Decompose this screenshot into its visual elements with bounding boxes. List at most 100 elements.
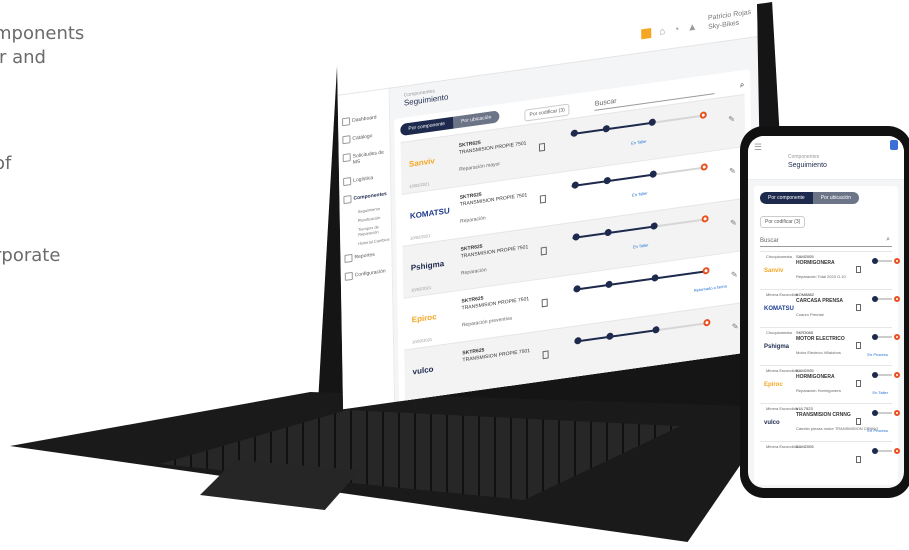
tab-por-componente[interactable]: Por componente — [400, 116, 454, 137]
edit-icon[interactable]: ✎ — [732, 322, 739, 332]
step-dot — [872, 296, 878, 302]
step-dot — [570, 129, 578, 138]
step-dot-current — [699, 111, 707, 120]
document-icon[interactable] — [856, 304, 861, 311]
status-label: En Taller — [632, 242, 649, 250]
flag-icon[interactable] — [641, 27, 652, 40]
document-icon[interactable] — [539, 194, 546, 204]
list-item[interactable]: Chuquicamata Sanviv SAM2005 HORMIGONERA Repa… — [760, 251, 900, 289]
item-name: TRANSMISION CRNNG — [796, 412, 851, 418]
item-code: SAM2005 — [796, 254, 814, 259]
brand-logo: KOMATSU — [764, 306, 794, 312]
item-location: Minera Escondida — [766, 406, 799, 411]
document-icon[interactable] — [538, 142, 546, 152]
item-description: Motor Eléctrico Villalobos — [796, 350, 841, 355]
item-code: SAM2005 — [796, 368, 814, 373]
scene: mponents ir and of rporate ⌂ ◔ ▲ Patrici… — [0, 0, 909, 550]
row-text: SKTR625 TRANSMISION PROPIE 7501 Reparación… — [459, 133, 527, 173]
tab-por-ubicacion[interactable]: Por ubicación — [452, 110, 500, 129]
step-dot-current — [894, 296, 900, 302]
laptop-screen: ⌂ ◔ ▲ Patricio Rojas Sky-Bikes ersemcore… — [337, 1, 764, 410]
brand-logo: Pshigma — [764, 344, 790, 350]
progress-track — [571, 163, 708, 190]
document-icon[interactable] — [856, 342, 861, 349]
step-dot — [648, 118, 656, 127]
phone-screen: ☰ Componentes Seguimiento Por componente… — [748, 136, 904, 488]
progress-track — [570, 111, 707, 138]
step-dot-current — [894, 410, 900, 416]
step-dot — [872, 410, 878, 416]
status-label: Retornado a faena — [693, 283, 728, 293]
document-icon[interactable] — [856, 380, 861, 387]
phone-filter-button[interactable]: Por codificar (3) — [760, 216, 806, 228]
copy-line-3: of — [0, 153, 12, 174]
list-item[interactable]: Minera Escondida Epiroc SAM2005 HORMIGONERA… — [760, 365, 900, 403]
row-date: 10/02/2021 — [412, 336, 433, 345]
edit-icon[interactable]: ✎ — [729, 166, 736, 176]
row-text: SKTR625 TRANSMISION PROPIE 7501 — [462, 341, 530, 374]
user-badge-icon[interactable] — [890, 140, 898, 150]
list-item[interactable]: Minera Escondida vulco VUL7523 TRANSMISION … — [760, 403, 900, 441]
progress-track — [872, 448, 900, 454]
item-name: MOTOR ELECTRICO — [796, 336, 845, 342]
edit-icon[interactable]: ✎ — [728, 114, 735, 124]
step-dot — [872, 372, 878, 378]
step-dot — [603, 176, 611, 185]
document-icon[interactable] — [540, 246, 547, 256]
search-icon[interactable]: ⌕ — [740, 80, 745, 91]
user-info[interactable]: Patricio Rojas Sky-Bikes — [708, 8, 751, 32]
status-label: En Taller — [872, 390, 889, 395]
menu-icon[interactable]: ☰ — [754, 142, 762, 153]
list-item[interactable]: Chuquicamata Pshigma SKR3065 MOTOR ELECTRIC… — [760, 327, 900, 365]
item-title: SAM2005 — [796, 444, 814, 450]
progress-track — [872, 296, 900, 302]
step-dot-current — [701, 214, 709, 223]
status-label: En Proceso — [867, 352, 888, 357]
step-dot — [649, 170, 657, 179]
item-title: SKR3065 MOTOR ELECTRICO — [796, 330, 845, 342]
row-description — [463, 365, 531, 374]
row-date: 10/02/2021 — [411, 284, 432, 293]
item-name: HORMIGONERA — [796, 374, 835, 380]
step-dot — [872, 334, 878, 340]
step-dot-current — [700, 163, 708, 172]
step-dot-current — [894, 448, 900, 454]
home-icon[interactable]: ⌂ — [659, 26, 665, 38]
phone-tab-por-componente[interactable]: Por componente — [760, 192, 813, 204]
item-title: KOM8882 CARCASA PRENSA — [796, 292, 843, 304]
bell-icon[interactable]: ◔ — [673, 24, 679, 36]
phone-tab-por-ubicacion[interactable]: Por ubicación — [812, 192, 859, 204]
item-title: SAM2005 HORMIGONERA — [796, 254, 835, 266]
item-location: Minera Escondida — [766, 368, 799, 373]
step-dot-current — [894, 334, 900, 340]
document-icon[interactable] — [856, 266, 861, 273]
copy-line-4: rporate — [0, 245, 61, 266]
list-item[interactable]: Minera Escondida SAM2005 — [760, 441, 900, 479]
document-icon[interactable] — [541, 298, 548, 308]
item-description: Cuarzo Premial — [796, 312, 824, 317]
phone-search-icon[interactable]: ⌕ — [886, 236, 890, 244]
edit-icon[interactable]: ✎ — [730, 218, 737, 228]
brand-logo: Sanviv — [764, 268, 784, 274]
progress-track — [574, 318, 711, 345]
brand-logo: Sanviv — [408, 156, 435, 169]
copy-line-2: ir and — [0, 47, 46, 68]
progress-track — [872, 372, 900, 378]
document-icon[interactable] — [542, 350, 549, 360]
list-item[interactable]: Minera Escondida KOMATSU KOM8882 CARCASA PR… — [760, 289, 900, 327]
step-dot — [574, 336, 582, 345]
document-icon[interactable] — [856, 418, 861, 425]
item-description: Reparación Hormigonera — [796, 388, 841, 393]
item-title: SAM2005 HORMIGONERA — [796, 368, 835, 380]
phone-search-input[interactable]: Buscar ⌕ — [760, 228, 892, 247]
phone-top-bar: ☰ Componentes Seguimiento — [748, 136, 904, 180]
edit-icon[interactable]: ✎ — [731, 270, 738, 280]
row-description: Reparación — [460, 267, 487, 277]
sidebar: Dashboard Catálogo Solicitudes de MS Logíst… — [337, 88, 396, 410]
row-text: SKTR625 TRANSMISION PROPIE 7501 Reparación — [460, 185, 528, 225]
step-dot — [573, 284, 581, 293]
item-location: Chuquicamata — [766, 254, 792, 259]
step-dot — [606, 332, 614, 341]
document-icon[interactable] — [856, 456, 861, 463]
step-dot — [872, 448, 878, 454]
